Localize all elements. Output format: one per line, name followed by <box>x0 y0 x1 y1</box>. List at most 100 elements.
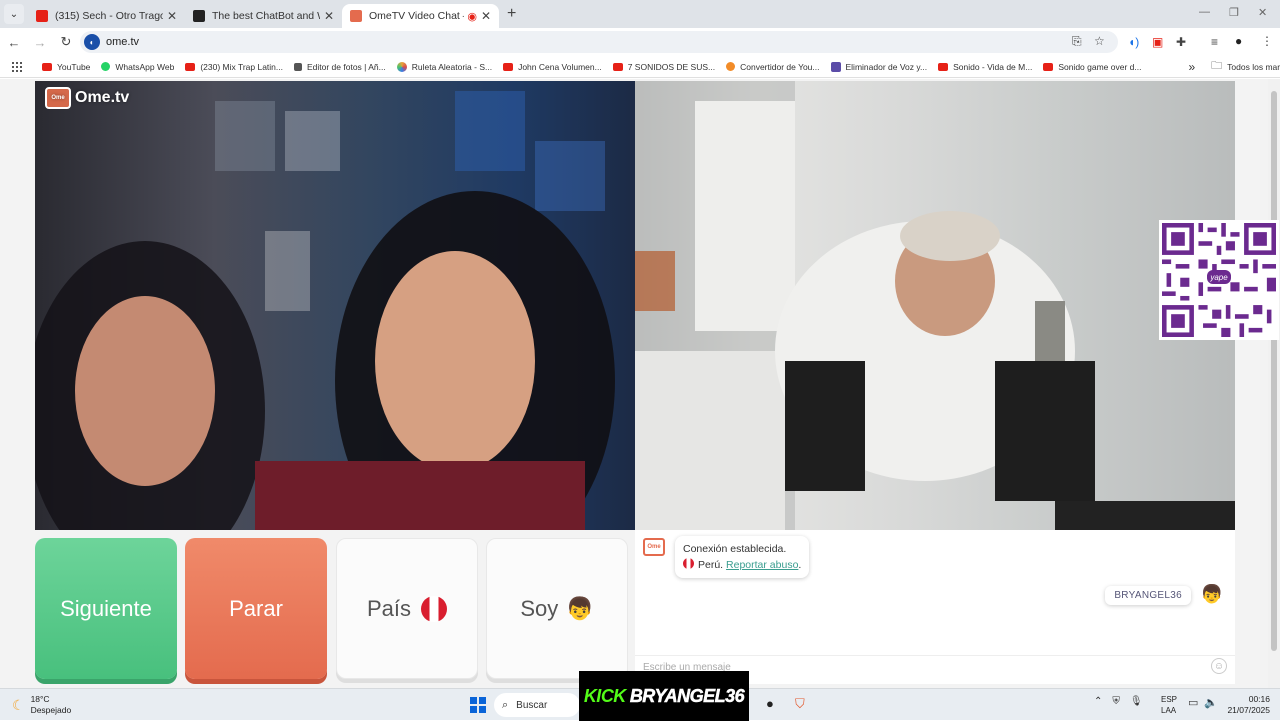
bookmark-label: WhatsApp Web <box>115 61 175 72</box>
emoji-icon[interactable]: ☺ <box>1211 658 1227 674</box>
youtube-icon <box>1043 62 1054 71</box>
site-info-icon[interactable]: ◐ <box>84 34 100 50</box>
extensions-icon[interactable]: ✚ <box>1176 35 1186 49</box>
new-tab-button[interactable]: + <box>507 5 516 23</box>
ometv-page: Ome Ome.tv Siguiente Parar País Soy 👦 Om… <box>0 79 1280 688</box>
moon-icon: ☾ <box>12 696 25 713</box>
volume-icon[interactable]: 🔈 <box>1204 696 1218 709</box>
clock[interactable]: 00:16 21/07/2025 <box>1226 694 1270 716</box>
close-window-icon[interactable]: ✕ <box>1258 6 1267 19</box>
scrollbar-thumb[interactable] <box>1271 91 1277 651</box>
tab-chatbot[interactable]: The best ChatBot and Widgets ✕ <box>185 4 342 28</box>
close-tab-icon[interactable]: ✕ <box>324 9 334 23</box>
tab-ometv[interactable]: OmeTV Video Chat — Omegle ◉ ✕ <box>342 4 499 28</box>
wheel-icon <box>396 61 407 72</box>
minimize-icon[interactable]: — <box>1199 6 1210 18</box>
connection-status: Conexión establecida. <box>683 543 787 555</box>
country-button[interactable]: País <box>336 538 478 679</box>
bookmark-label: Convertidor de You... <box>740 61 820 72</box>
self-video-frame <box>635 81 1235 530</box>
address-bar[interactable]: ◐ ome.tv ⎘ ☆ <box>80 31 1118 53</box>
user-avatar-icon: 👦 <box>1200 584 1223 604</box>
video-extension-icon[interactable]: ▣ <box>1152 35 1163 49</box>
brave-browser-icon[interactable]: ⛉ <box>795 696 805 712</box>
bookmark-photo-editor[interactable]: Editor de fotos | Añ... <box>293 62 386 72</box>
partner-video: Ome Ome.tv <box>35 81 635 530</box>
bookmark-eliminador[interactable]: Eliminador de Voz y... <box>830 61 927 72</box>
stop-button[interactable]: Parar <box>185 538 327 679</box>
bookmark-convertidor[interactable]: Convertidor de You... <box>726 61 820 72</box>
bookmark-7-sonidos[interactable]: 7 SONIDOS DE SUS... <box>612 62 715 72</box>
next-button[interactable]: Siguiente <box>35 538 177 679</box>
weather-widget[interactable]: ☾ 18°C Despejado <box>12 694 71 716</box>
all-bookmarks-folder[interactable]: 🗀 Todos los marcadores <box>1211 57 1280 76</box>
tab-title: OmeTV Video Chat — Omegle <box>369 10 464 22</box>
date: 21/07/2025 <box>1227 705 1270 715</box>
bookmark-label: Todos los marcadores <box>1227 61 1280 72</box>
navigation-bar: ← → ↻ ◐ ome.tv ⎘ ☆ ◖) ▣ ✚ ≡ ● ⋮ <box>0 28 1280 56</box>
gender-button[interactable]: Soy 👦 <box>486 538 628 679</box>
lang-code: ESP <box>1161 695 1178 704</box>
tab-search-chevron-icon[interactable]: ⌄ <box>4 4 24 24</box>
taskbar-search[interactable]: ⌕ Buscar <box>494 693 580 717</box>
bookmark-label: YouTube <box>57 61 91 72</box>
network-icon[interactable]: ▭ <box>1188 696 1198 709</box>
temperature: 18°C <box>30 694 50 704</box>
reload-icon[interactable]: ↻ <box>54 34 78 50</box>
forward-icon[interactable]: → <box>28 35 52 50</box>
lang-layout: LAA <box>1161 706 1177 715</box>
bookmark-label: Sonido game over d... <box>1058 61 1142 72</box>
bookmark-ruleta[interactable]: Ruleta Aleatoria - S... <box>396 61 492 72</box>
bookmark-mix-trap[interactable]: (230) Mix Trap Latin... <box>185 62 283 72</box>
bookmark-john-cena[interactable]: John Cena Volumen... <box>503 62 602 72</box>
browser-tab-bar: ⌄ (315) Sech - Otro Trago ft. Darell ✕ T… <box>0 0 1280 28</box>
security-icon[interactable]: ⛨ <box>1112 696 1120 707</box>
apps-grid-icon[interactable] <box>12 61 22 72</box>
logo-text: Ome.tv <box>75 89 130 106</box>
url-text[interactable]: ome.tv <box>106 36 139 48</box>
microphone-icon[interactable]: 🎙 <box>1130 696 1143 707</box>
gender-label: Soy <box>520 595 559 621</box>
github-favicon-icon <box>193 10 205 22</box>
country-name: Perú. <box>698 559 724 571</box>
whatsapp-icon <box>101 62 111 71</box>
media-control-icon[interactable]: ≡ <box>1211 35 1218 49</box>
bookmark-sonido-vida[interactable]: Sonido - Vida de M... <box>938 62 1032 72</box>
recording-icon: ◉ <box>467 10 477 23</box>
folder-icon: 🗀 <box>1211 60 1223 72</box>
peru-flag-icon <box>421 595 448 622</box>
weather-condition: Despejado <box>30 705 72 715</box>
back-icon[interactable]: ← <box>2 35 26 50</box>
bookmark-star-icon[interactable]: ☆ <box>1094 34 1105 48</box>
close-tab-icon[interactable]: ✕ <box>167 9 177 23</box>
obs-icon[interactable]: ● <box>766 696 774 711</box>
profile-avatar[interactable]: ● <box>1235 34 1242 48</box>
restore-icon[interactable]: ❐ <box>1229 6 1239 19</box>
tab-youtube[interactable]: (315) Sech - Otro Trago ft. Darell ✕ <box>28 4 185 28</box>
search-label: Buscar <box>516 699 548 711</box>
self-video <box>635 81 1235 530</box>
cast-icon[interactable]: ⎘ <box>1072 34 1082 49</box>
system-tray: ⌃ ⛨ 🎙 <box>1094 696 1143 707</box>
bookmark-game-over[interactable]: Sonido game over d... <box>1043 62 1141 72</box>
bookmark-label: John Cena Volumen... <box>518 61 602 72</box>
youtube-icon <box>938 62 949 71</box>
tray-overflow-icon[interactable]: ⌃ <box>1094 696 1102 707</box>
windows-start-icon[interactable] <box>470 697 486 713</box>
page-scrollbar[interactable] <box>1268 79 1280 688</box>
report-suffix: . <box>798 559 802 571</box>
system-message: Conexión establecida. Perú. Reportar abu… <box>675 536 810 578</box>
bookmarks-bar: YouTube WhatsApp Web (230) Mix Trap Lati… <box>0 56 1280 78</box>
audio-extension-icon[interactable]: ◖) <box>1128 35 1139 49</box>
bookmark-youtube[interactable]: YouTube <box>42 62 90 72</box>
search-icon: ⌕ <box>502 698 509 711</box>
input-language[interactable]: ESP LAA <box>1161 694 1177 716</box>
bookmark-whatsapp[interactable]: WhatsApp Web <box>101 62 174 72</box>
ometv-logo: Ome Ome.tv <box>45 87 129 109</box>
report-abuse-link[interactable]: Reportar abuso <box>726 559 798 571</box>
browser-menu-icon[interactable]: ⋮ <box>1261 34 1273 48</box>
close-tab-icon[interactable]: ✕ <box>481 9 491 23</box>
bookmark-label: (230) Mix Trap Latin... <box>200 61 283 72</box>
bookmark-label: Sonido - Vida de M... <box>953 61 1033 72</box>
bookmarks-overflow-icon[interactable]: » <box>1188 60 1195 74</box>
